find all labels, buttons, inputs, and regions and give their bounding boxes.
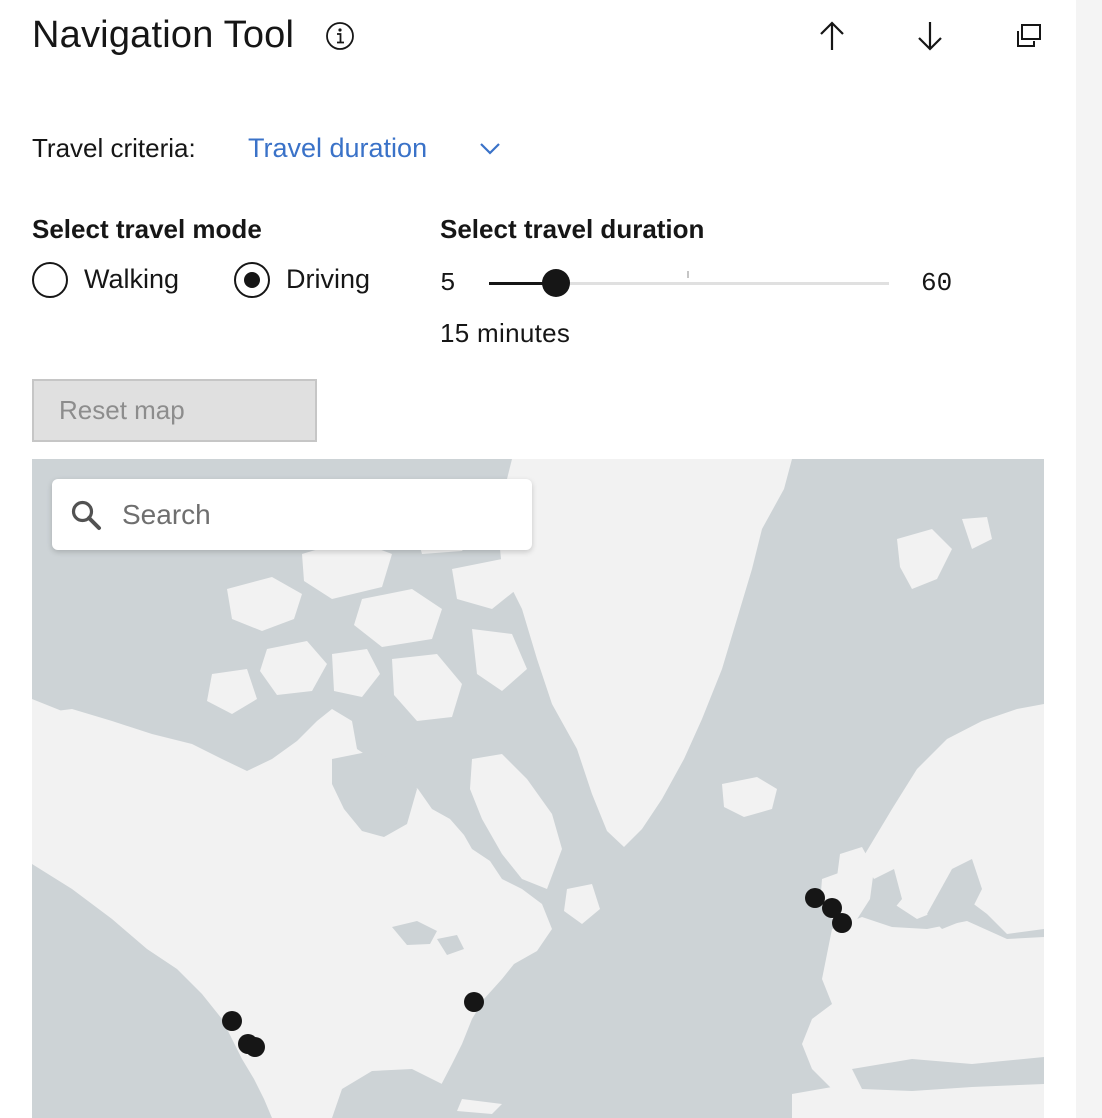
travel-mode-heading: Select travel mode <box>32 214 262 244</box>
duration-slider[interactable] <box>489 269 889 297</box>
scroll-gutter <box>1076 0 1102 1118</box>
page-title: Navigation Tool <box>32 14 295 56</box>
arrow-up-icon <box>820 21 844 50</box>
walking-radio[interactable] <box>32 262 68 298</box>
slider-thumb[interactable] <box>542 269 570 297</box>
reset-map-button[interactable]: Reset map <box>32 379 317 442</box>
map-search-box[interactable] <box>52 479 532 550</box>
walking-radio-label[interactable]: Walking <box>84 264 179 295</box>
info-icon[interactable] <box>325 21 355 51</box>
map[interactable] <box>32 459 1044 1118</box>
driving-radio-label[interactable]: Driving <box>286 264 370 295</box>
driving-radio[interactable] <box>234 262 270 298</box>
chevron-down-icon[interactable] <box>476 136 504 162</box>
slider-max-label: 60 <box>921 268 953 298</box>
move-up-button[interactable] <box>810 14 854 58</box>
travel-criteria-label: Travel criteria: <box>32 133 196 163</box>
slider-midpoint-tick <box>687 271 689 278</box>
search-icon <box>71 500 101 530</box>
arrow-down-icon <box>918 22 942 51</box>
popout-button[interactable] <box>1006 14 1050 58</box>
travel-duration-heading: Select travel duration <box>440 214 705 244</box>
marker-san-francisco[interactable] <box>222 1011 242 1031</box>
slider-min-label: 5 <box>440 268 456 298</box>
marker-los-angeles-2[interactable] <box>245 1037 265 1057</box>
marker-london[interactable] <box>832 913 852 933</box>
duration-value-label: 15 minutes <box>440 318 571 348</box>
move-down-button[interactable] <box>908 14 952 58</box>
map-land <box>32 459 1044 1118</box>
search-input[interactable] <box>122 479 522 550</box>
popout-icon <box>1017 24 1041 47</box>
travel-criteria-dropdown[interactable]: Travel duration <box>248 133 427 164</box>
marker-new-york[interactable] <box>464 992 484 1012</box>
